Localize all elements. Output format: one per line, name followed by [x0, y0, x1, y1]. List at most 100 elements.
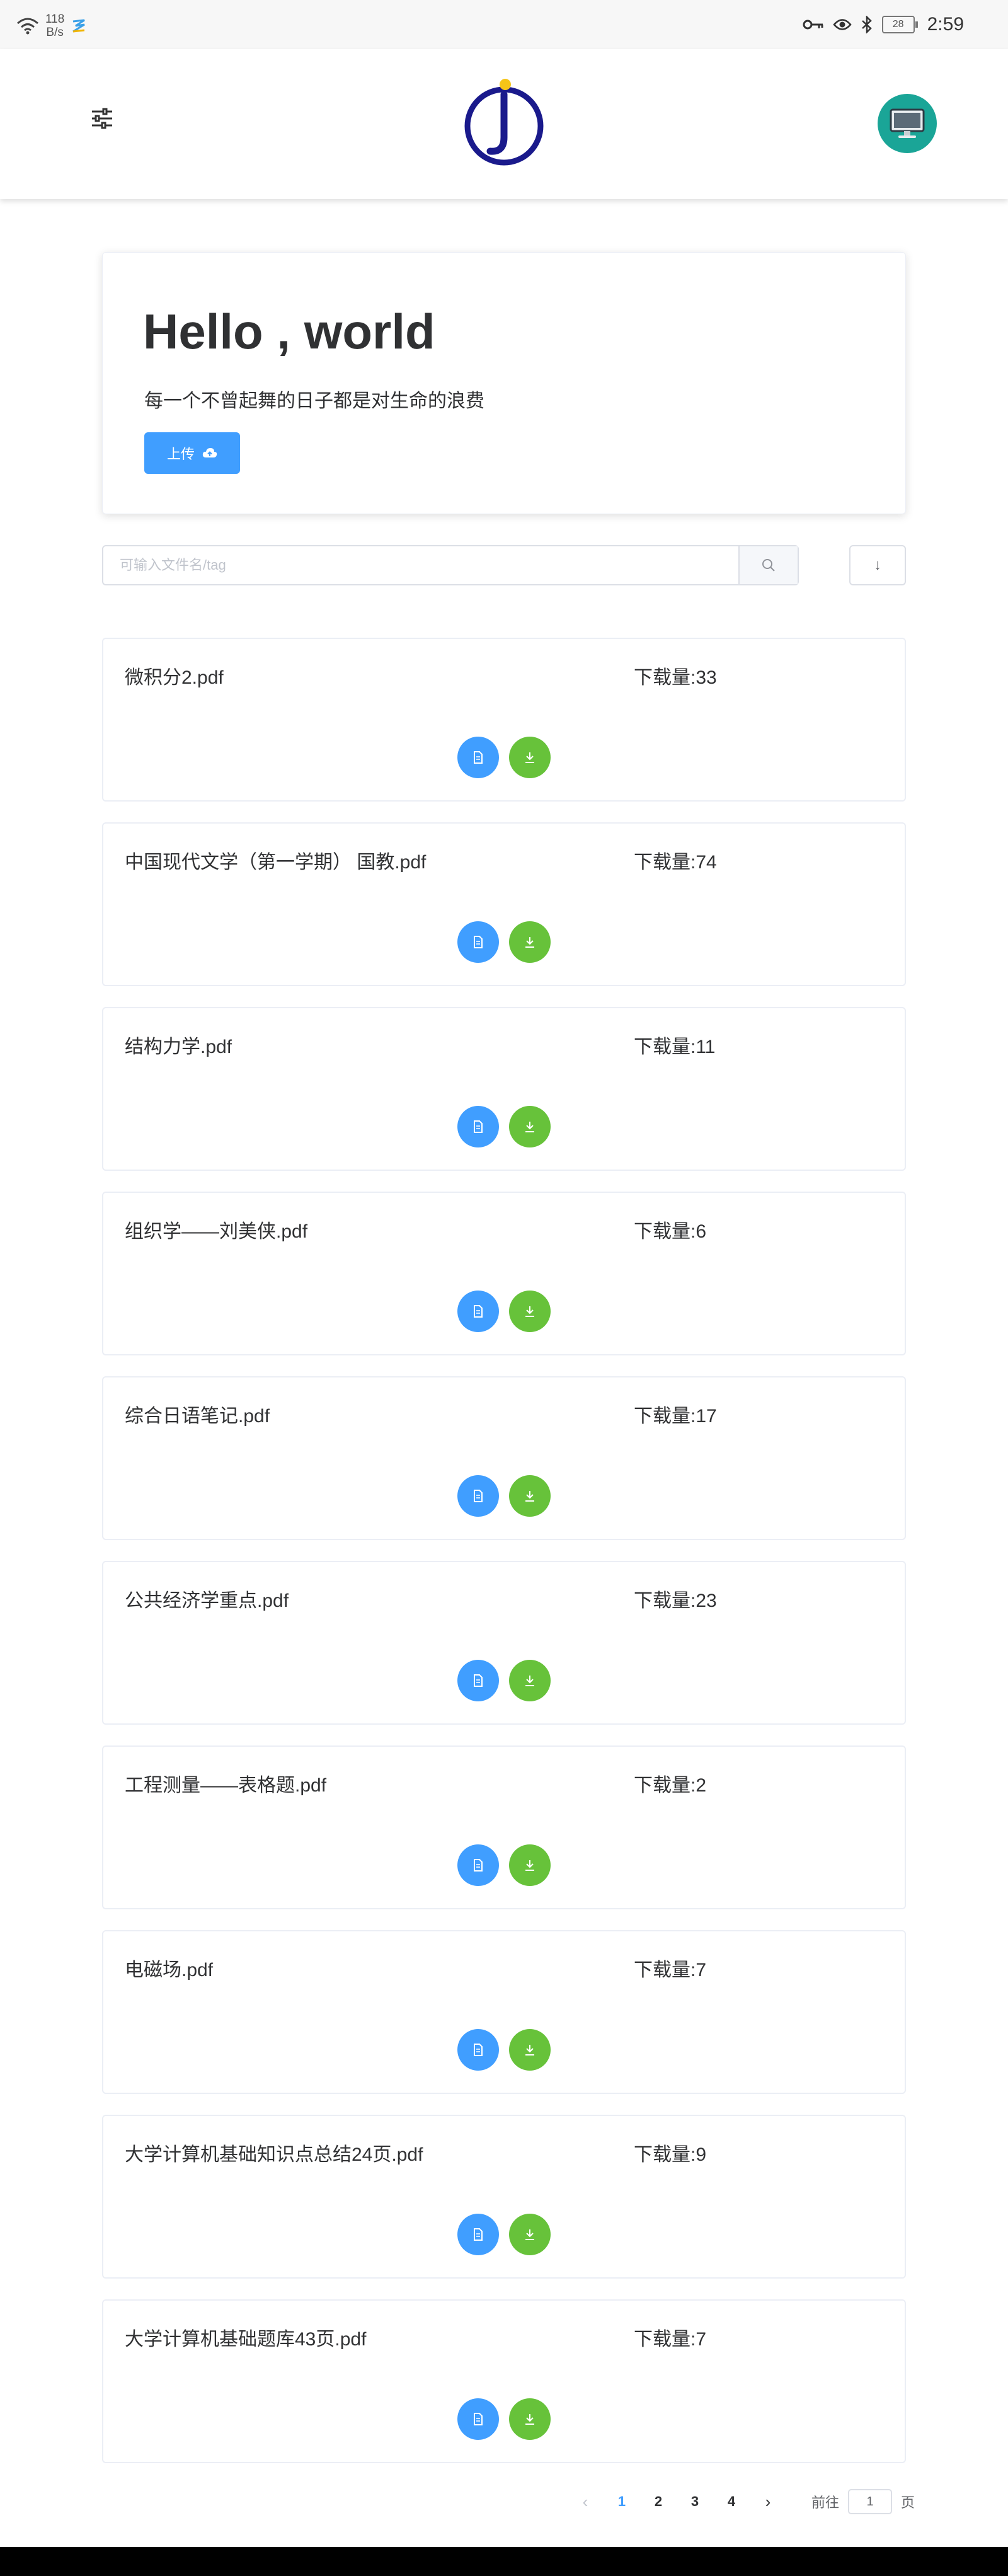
preview-button[interactable]: [457, 2398, 499, 2440]
net-speed-value: 118: [45, 13, 65, 26]
prev-page-button[interactable]: ‹: [567, 2492, 604, 2512]
hero-card: Hello , world 每一个不曾起舞的日子都是对生命的浪费 上传: [102, 252, 906, 514]
next-page-button[interactable]: ›: [750, 2492, 786, 2512]
file-card: 工程测量——表格题.pdf 下载量:2: [102, 1745, 906, 1909]
download-button[interactable]: [509, 737, 551, 778]
file-name[interactable]: 微积分2.pdf: [125, 662, 224, 689]
status-bar: 118 B/s 28 2:59: [0, 0, 1008, 49]
battery-icon: 28: [881, 16, 918, 33]
sort-button[interactable]: ↓: [849, 545, 906, 585]
file-name[interactable]: 工程测量——表格题.pdf: [125, 1769, 326, 1797]
goto-prefix: 前往: [811, 2495, 840, 2510]
download-count: 下载量:9: [634, 2144, 707, 2165]
download-icon: [525, 1860, 534, 1871]
download-icon: [525, 752, 534, 763]
file-name[interactable]: 组织学——刘美侠.pdf: [125, 1216, 307, 1243]
preview-button[interactable]: [457, 1660, 499, 1701]
battery-level: 28: [892, 19, 904, 30]
download-icon: [525, 2045, 534, 2056]
file-card: 中国现代文学（第一学期） 国教.pdf 下载量:74: [102, 822, 906, 986]
preview-button[interactable]: [457, 1291, 499, 1332]
document-icon: [474, 1120, 483, 1133]
download-icon: [525, 1306, 534, 1317]
preview-button[interactable]: [457, 737, 499, 778]
download-button[interactable]: [509, 2398, 551, 2440]
search-box: [102, 545, 799, 585]
system-nav-bar: [0, 2547, 1008, 2576]
upload-label: 上传: [166, 446, 195, 462]
document-icon: [474, 1490, 483, 1502]
preview-button[interactable]: [457, 921, 499, 963]
document-icon: [474, 1859, 483, 1872]
page-3[interactable]: 3: [677, 2493, 713, 2510]
download-icon: [525, 937, 534, 948]
download-button[interactable]: [509, 1475, 551, 1517]
file-card: 微积分2.pdf 下载量:33: [102, 638, 906, 802]
menu-button[interactable]: [89, 106, 115, 131]
document-icon: [474, 936, 483, 948]
page-4[interactable]: 4: [713, 2493, 750, 2510]
wifi-icon: [17, 18, 38, 35]
document-icon: [474, 2228, 483, 2241]
download-button[interactable]: [509, 2029, 551, 2071]
download-icon: [525, 2229, 534, 2240]
download-button[interactable]: [509, 1291, 551, 1332]
download-icon: [525, 1676, 534, 1686]
key-icon: [803, 20, 823, 30]
preview-button[interactable]: [457, 1106, 499, 1147]
file-name[interactable]: 大学计算机基础知识点总结24页.pdf: [125, 2139, 423, 2166]
page-1[interactable]: 1: [604, 2493, 640, 2510]
net-speed: 118 B/s: [45, 13, 64, 39]
file-card: 结构力学.pdf 下载量:11: [102, 1007, 906, 1171]
download-count: 下载量:2: [634, 1775, 707, 1796]
j-logo: [464, 79, 544, 166]
document-icon: [474, 1674, 483, 1687]
download-count: 下载量:23: [634, 1590, 717, 1611]
goto-page-input[interactable]: [848, 2489, 893, 2514]
document-icon: [474, 2044, 483, 2056]
status-left: 118 B/s: [16, 13, 87, 39]
download-button[interactable]: [509, 1106, 551, 1147]
file-card: 大学计算机基础题库43页.pdf 下载量:7: [102, 2299, 906, 2463]
site-logo[interactable]: [459, 78, 549, 169]
cloud-upload-icon: [202, 448, 217, 457]
search-icon: [762, 559, 775, 572]
download-button[interactable]: [509, 1844, 551, 1886]
download-count: 下载量:7: [634, 2329, 707, 2350]
goto-page: 前往 页: [811, 2489, 915, 2514]
download-button[interactable]: [509, 921, 551, 963]
pagination: ‹ 1 2 3 4 › 前往 页: [567, 2486, 915, 2517]
preview-button[interactable]: [457, 2214, 499, 2255]
download-count: 下载量:17: [634, 1406, 717, 1427]
preview-button[interactable]: [457, 1475, 499, 1517]
preview-button[interactable]: [457, 1844, 499, 1886]
download-button[interactable]: [509, 2214, 551, 2255]
file-name[interactable]: 中国现代文学（第一学期） 国教.pdf: [125, 846, 426, 874]
search-input[interactable]: [103, 546, 740, 584]
monitor-icon: [890, 108, 925, 138]
download-count: 下载量:74: [634, 852, 717, 873]
file-card: 公共经济学重点.pdf 下载量:23: [102, 1561, 906, 1725]
file-card: 综合日语笔记.pdf 下载量:17: [102, 1376, 906, 1540]
app-icon: [72, 19, 86, 33]
hero-subtitle: 每一个不曾起舞的日子都是对生命的浪费: [144, 391, 484, 411]
download-icon: [525, 2414, 534, 2425]
eye-icon: [832, 19, 852, 30]
file-name[interactable]: 结构力学.pdf: [125, 1031, 232, 1059]
download-icon: [525, 1122, 534, 1132]
search-button[interactable]: [738, 546, 798, 584]
download-button[interactable]: [509, 1660, 551, 1701]
upload-button[interactable]: 上传: [144, 432, 240, 474]
file-name[interactable]: 电磁场.pdf: [125, 1954, 213, 1982]
file-name[interactable]: 综合日语笔记.pdf: [125, 1400, 270, 1428]
file-card: 电磁场.pdf 下载量:7: [102, 1930, 906, 2094]
goto-suffix: 页: [901, 2495, 915, 2510]
status-right: 28 2:59: [803, 14, 964, 35]
file-name[interactable]: 公共经济学重点.pdf: [125, 1585, 289, 1613]
document-icon: [474, 751, 483, 764]
file-list: 微积分2.pdf 下载量:33 中国现代文学（第一学期） 国教.pdf 下载量:…: [102, 638, 906, 2484]
avatar[interactable]: [878, 94, 937, 153]
preview-button[interactable]: [457, 2029, 499, 2071]
page-2[interactable]: 2: [640, 2493, 677, 2510]
file-name[interactable]: 大学计算机基础题库43页.pdf: [125, 2323, 366, 2351]
